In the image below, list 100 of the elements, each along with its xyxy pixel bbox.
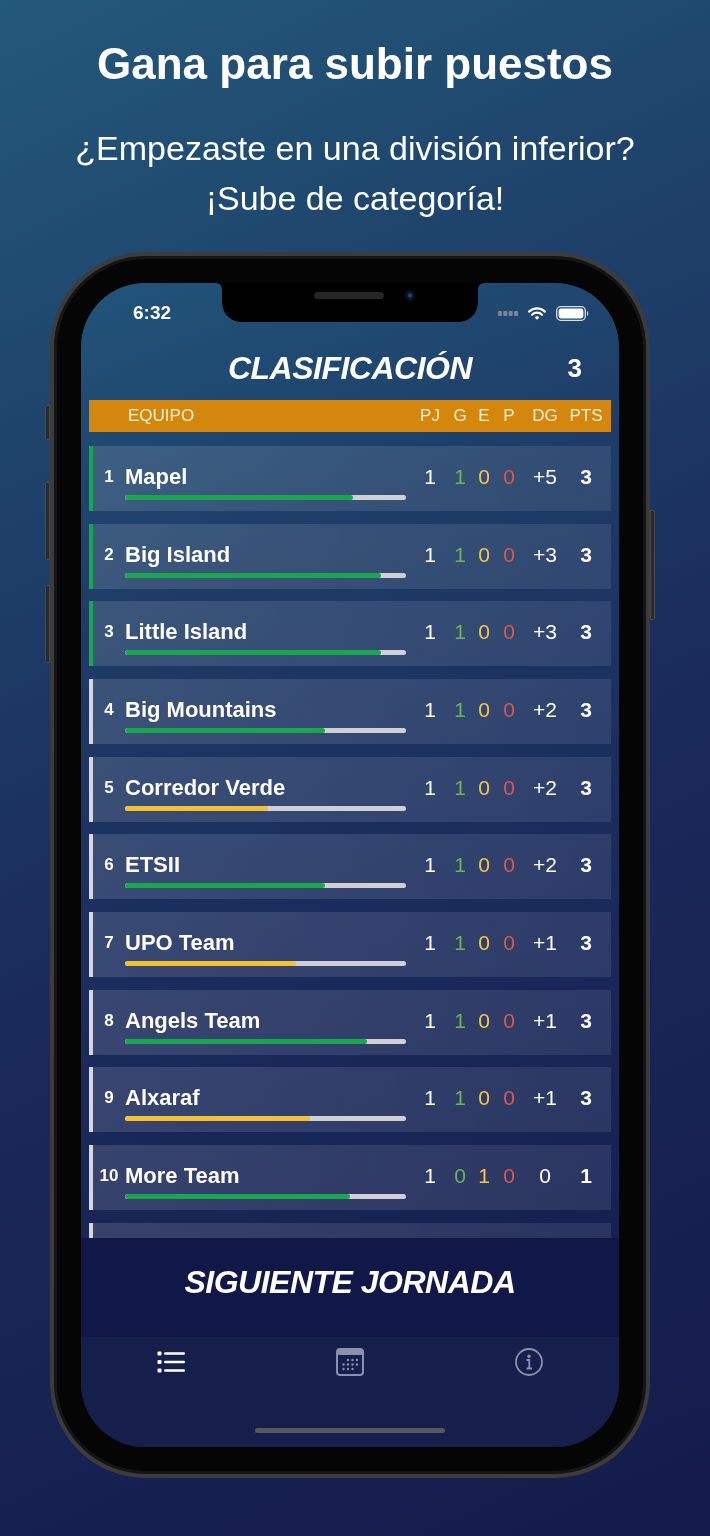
goal-difference-cell-text: +1	[532, 1085, 558, 1112]
won-cell-text: 1	[453, 1007, 467, 1034]
position-number: 8	[103, 1009, 115, 1032]
drawn-column-header: E	[477, 406, 491, 426]
side-button[interactable]	[45, 405, 50, 440]
position-number: 3	[103, 621, 115, 644]
team-name: Big Mountains	[125, 695, 277, 724]
won-cell-text: 1	[453, 541, 467, 568]
team-name: Angels Team	[125, 1006, 261, 1035]
team-name: Alxaraf	[125, 1084, 200, 1113]
side-button[interactable]	[45, 585, 50, 663]
lost-cell-text: 0	[502, 1162, 516, 1189]
side-button[interactable]	[650, 510, 655, 620]
won-cell-text: 1	[453, 929, 467, 956]
points-cell-text: 3	[579, 929, 593, 956]
lost-cell-text: 0	[502, 1007, 516, 1034]
won-cell-text: 1	[453, 774, 467, 801]
standings-row[interactable]: 10 More Team 1 0 1 0 0 1	[89, 1144, 611, 1210]
battery-icon	[556, 306, 589, 321]
goal-difference-column-header: DG	[531, 406, 559, 426]
won-cell-text: 1	[453, 852, 467, 879]
standings-row[interactable]: 8 Angels Team 1 1 0 0 +1 3	[89, 989, 611, 1055]
points-column-header: PTS	[568, 406, 604, 426]
drawn-cell-text: 0	[477, 541, 491, 568]
goal-difference-cell-text: +1	[532, 1007, 558, 1034]
goal-difference-cell-text: +3	[532, 541, 558, 568]
promo-headline: Gana para subir puestos	[97, 38, 613, 90]
standings-row[interactable]: 1 Mapel 1 1 0 0 +5 3	[89, 446, 611, 511]
lost-cell-text: 0	[502, 541, 516, 568]
position-number: 6	[103, 854, 115, 877]
screen-title: CLASIFICACIÓN	[227, 349, 473, 388]
drawn-cell-text: 0	[477, 929, 491, 956]
standings-row[interactable]: 6 ETSII 1 1 0 0 +2 3	[89, 834, 611, 900]
corner-number: 3	[567, 352, 583, 384]
points-cell-text: 3	[579, 619, 593, 646]
points-cell-text: 3	[579, 696, 593, 723]
info-icon	[515, 1348, 544, 1376]
won-cell-text: 1	[453, 619, 467, 646]
standings-row[interactable]: 4 Big Mountains 1 1 0 0 +2 3	[89, 678, 611, 744]
team-name: Corredor Verde	[125, 773, 286, 802]
lost-column-header: P	[502, 406, 516, 426]
drawn-cell-text: 0	[477, 852, 491, 879]
drawn-cell-text: 0	[477, 619, 491, 646]
drawn-cell-text: 0	[477, 774, 491, 801]
position-number: 2	[103, 543, 115, 566]
lost-cell-text: 0	[502, 852, 516, 879]
goal-difference-cell-text: +5	[532, 464, 558, 490]
drawn-cell-text: 1	[477, 1162, 491, 1189]
goal-difference-cell-text: +2	[532, 696, 558, 723]
position-number: 4	[103, 698, 115, 721]
next-matchday-button[interactable]: SIGUIENTE JORNADA	[81, 1237, 619, 1337]
lost-cell-text: 0	[502, 696, 516, 723]
points-cell-text: 3	[579, 852, 593, 879]
position-number: 5	[103, 776, 115, 799]
team-name: UPO Team	[125, 928, 235, 957]
goal-difference-cell-text: +3	[532, 619, 558, 646]
drawn-cell-text: 0	[477, 1085, 491, 1112]
lost-cell-text: 0	[502, 774, 516, 801]
won-column-header: G	[452, 406, 468, 426]
standings-row[interactable]: 7 UPO Team 1 1 0 0 +1 3	[89, 911, 611, 977]
won-cell-text: 0	[453, 1162, 467, 1189]
status-time: 6:32	[133, 302, 172, 324]
played-cell-text: 1	[423, 774, 437, 801]
standings-row[interactable]: 5 Corredor Verde 1 1 0 0 +2 3	[89, 756, 611, 822]
drawn-cell-text: 0	[477, 1007, 491, 1034]
lost-cell-text: 0	[502, 929, 516, 956]
won-cell-text: 1	[453, 464, 467, 490]
position-number: 9	[103, 1087, 115, 1110]
standings-row[interactable]: 9 Alxaraf 1 1 0 0 +1 3	[89, 1067, 611, 1133]
calendar-icon	[336, 1348, 364, 1376]
played-cell-text: 1	[423, 696, 437, 723]
wifi-icon	[528, 307, 546, 320]
position-number: 7	[103, 931, 115, 954]
points-cell-text: 3	[579, 774, 593, 801]
played-cell-text: 1	[423, 1007, 437, 1034]
team-name: ETSII	[125, 851, 180, 880]
points-cell-text: 3	[579, 541, 593, 568]
goal-difference-cell-text: +1	[532, 929, 558, 956]
drawn-cell-text: 0	[477, 696, 491, 723]
position-number: 1	[103, 466, 115, 488]
goal-difference-cell-text: +2	[532, 852, 558, 879]
goal-difference-cell-text: 0	[538, 1162, 552, 1189]
won-cell-text: 1	[453, 696, 467, 723]
played-cell-text: 1	[423, 1085, 437, 1112]
team-column-header: EQUIPO	[128, 406, 196, 426]
team-name: Little Island	[125, 618, 248, 647]
team-name: Big Island	[125, 540, 231, 569]
points-cell-text: 3	[579, 464, 593, 490]
played-cell-text: 1	[423, 464, 437, 490]
won-cell-text: 1	[453, 1085, 467, 1112]
played-cell-text: 1	[423, 929, 437, 956]
standings-row[interactable]: 2 Big Island 1 1 0 0 +3 3	[89, 523, 611, 589]
side-button[interactable]	[45, 482, 50, 560]
signal-icon	[498, 311, 518, 316]
points-cell-text: 1	[579, 1162, 593, 1189]
team-name: Mapel	[125, 463, 188, 491]
played-cell-text: 1	[423, 852, 437, 879]
lost-cell-text: 0	[502, 1085, 516, 1112]
standings-row[interactable]: 3 Little Island 1 1 0 0 +3 3	[89, 601, 611, 667]
promo-subtitle-line: ¡Sube de categoría!	[205, 178, 505, 219]
